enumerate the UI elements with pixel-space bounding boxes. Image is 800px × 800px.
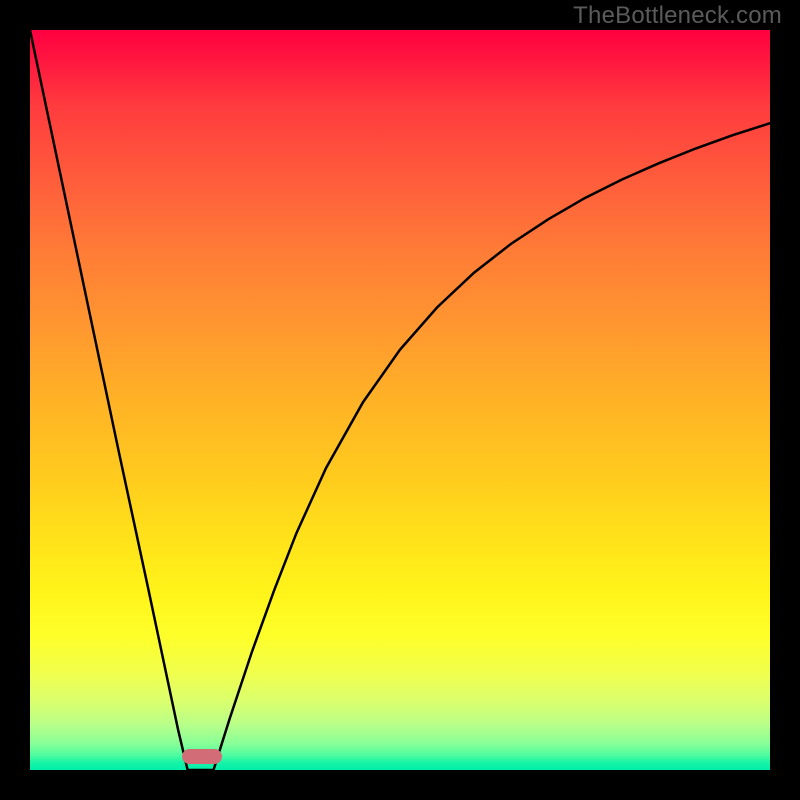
watermark-text: TheBottleneck.com xyxy=(573,2,782,30)
curve-right-branch xyxy=(214,123,770,770)
curve-left-branch xyxy=(30,30,188,770)
plot-area xyxy=(30,30,770,770)
curve-layer xyxy=(30,30,770,770)
valley-pill-marker xyxy=(182,749,223,764)
chart-frame: TheBottleneck.com xyxy=(0,0,800,800)
